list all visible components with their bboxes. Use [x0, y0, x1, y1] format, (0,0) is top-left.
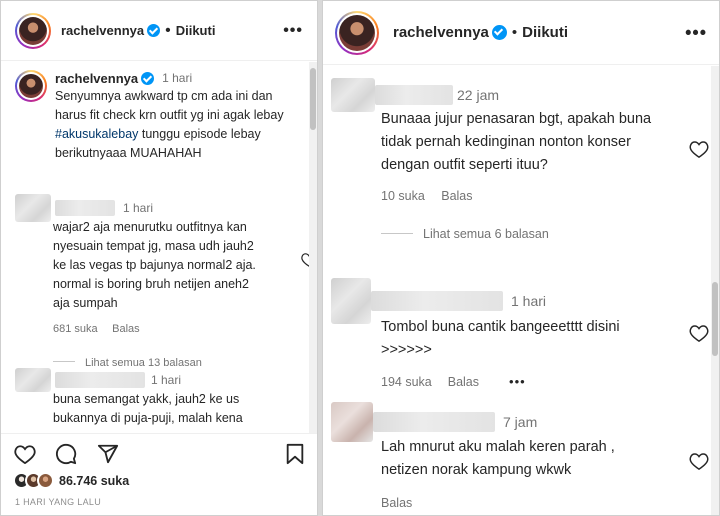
comment-item: 1 hari buna semangat yakk, jauh2 ke us b… — [15, 368, 305, 428]
blurred-avatar — [331, 278, 371, 324]
blurred-username — [375, 85, 453, 105]
caption-username[interactable]: rachelvennya — [55, 71, 138, 86]
bookmark-icon[interactable] — [285, 443, 305, 465]
view-replies-label[interactable]: Lihat semua 6 balasan — [423, 227, 549, 241]
post-panel-left: rachelvennya • Diikuti ••• rachelvennya … — [0, 0, 318, 516]
comment-text: wajar2 aja menurutku outfitnya kan nyesu… — [53, 220, 256, 310]
reply-button[interactable]: Balas — [381, 496, 412, 510]
header-username[interactable]: rachelvennya — [61, 23, 144, 38]
header-info: rachelvennya • Diikuti — [393, 24, 568, 41]
blurred-username — [55, 372, 145, 388]
comment-text: buna semangat yakk, jauh2 ke us bukannya… — [53, 392, 243, 425]
comment-text: Tombol buna cantik bangeeetttt disini >>… — [381, 319, 620, 358]
following-button[interactable]: Diikuti — [522, 24, 568, 41]
profile-avatar[interactable] — [15, 12, 51, 49]
heart-icon[interactable] — [689, 452, 709, 470]
post-date: 1 HARI YANG LALU — [15, 497, 101, 507]
comment-time: 1 hari — [511, 293, 547, 309]
comment-actions: 681 suka Balas — [53, 319, 305, 337]
comment-likes[interactable]: 10 suka — [381, 189, 425, 203]
blurred-avatar — [15, 368, 51, 392]
comments-scroll-area: 22 jam Bunaaa jujur penasaran bgt, apaka… — [323, 66, 719, 515]
blurred-username — [371, 291, 503, 311]
comment-item: 1 hari Tombol buna cantik bangeeetttt di… — [331, 278, 709, 389]
comment-item: 22 jam Bunaaa jujur penasaran bgt, apaka… — [331, 78, 709, 243]
header-info: rachelvennya • Diikuti — [61, 22, 215, 40]
blurred-avatar — [15, 194, 51, 222]
scrollbar[interactable] — [309, 62, 317, 434]
comment-time: 1 hari — [151, 373, 182, 387]
profile-avatar[interactable] — [335, 10, 379, 55]
likes-count[interactable]: 86.746 suka — [59, 474, 129, 488]
separator-dot: • — [165, 21, 171, 39]
blurred-avatar — [331, 402, 373, 442]
caption-body: rachelvennya 1 hari Senyumnya awkward tp… — [55, 70, 305, 163]
likes-summary: 86.746 suka — [13, 472, 129, 489]
blurred-username — [55, 200, 115, 216]
comment-item: 7 jam Lah mnurut aku malah keren parah ,… — [331, 402, 709, 512]
comments-scroll-area: rachelvennya 1 hari Senyumnya awkward tp… — [1, 62, 317, 434]
scrollbar[interactable] — [711, 66, 719, 515]
post-panel-right: rachelvennya • Diikuti ••• 22 jam Bunaaa… — [322, 0, 720, 516]
comment-actions: 194 suka Balas ••• — [381, 374, 701, 389]
blurred-avatar — [331, 78, 375, 112]
caption-text-part: Senyumnya awkward tp cm ada ini dan haru… — [55, 89, 284, 122]
heart-icon[interactable] — [14, 444, 36, 464]
comment-time: 7 jam — [503, 414, 538, 430]
caption-text: Senyumnya awkward tp cm ada ini dan haru… — [55, 87, 305, 163]
comment-actions: Balas — [381, 494, 701, 512]
liker-avatar — [37, 472, 54, 489]
more-icon[interactable]: ••• — [283, 22, 303, 40]
heart-icon[interactable] — [689, 324, 709, 342]
reply-button[interactable]: Balas — [112, 323, 140, 335]
comment-actions: 10 suka Balas — [381, 187, 701, 205]
comment-time: 1 hari — [123, 201, 154, 215]
comment-item: 1 hari wajar2 aja menurutku outfitnya ka… — [15, 194, 317, 371]
caption-avatar[interactable] — [15, 70, 47, 102]
caption-meta: rachelvennya 1 hari — [55, 70, 305, 86]
heart-icon[interactable] — [689, 140, 709, 158]
comment-more-icon[interactable]: ••• — [509, 374, 526, 389]
post-caption: rachelvennya 1 hari Senyumnya awkward tp… — [15, 70, 305, 163]
caption-hashtag[interactable]: #akusukalebay — [55, 127, 138, 141]
following-button[interactable]: Diikuti — [176, 23, 216, 38]
comment-icon[interactable] — [55, 443, 77, 465]
verified-icon — [147, 24, 161, 37]
separator-dot: • — [511, 24, 518, 41]
comment-text: Bunaaa jujur penasaran bgt, apakah buna … — [381, 111, 652, 173]
header-username[interactable]: rachelvennya — [393, 24, 489, 41]
verified-icon — [141, 71, 155, 85]
view-replies[interactable]: Lihat semua 6 balasan — [381, 225, 701, 243]
comment-time: 22 jam — [457, 87, 500, 103]
post-header: rachelvennya • Diikuti ••• — [323, 1, 719, 65]
comment-likes[interactable]: 681 suka — [53, 323, 98, 335]
caption-time: 1 hari — [162, 71, 193, 85]
comment-likes[interactable]: 194 suka — [381, 375, 432, 389]
reply-button[interactable]: Balas — [448, 375, 479, 389]
verified-icon — [491, 25, 507, 40]
reply-button[interactable]: Balas — [441, 189, 472, 203]
blurred-username — [373, 412, 495, 432]
comment-text: Lah mnurut aku malah keren parah , netiz… — [381, 439, 615, 478]
comment-meta: 1 hari — [15, 368, 305, 392]
post-actions-bar: 86.746 suka 1 HARI YANG LALU — [1, 433, 317, 515]
share-icon[interactable] — [97, 443, 119, 465]
comment-meta: 22 jam — [331, 78, 701, 112]
post-header: rachelvennya • Diikuti ••• — [1, 1, 317, 61]
more-icon[interactable]: ••• — [685, 22, 707, 43]
